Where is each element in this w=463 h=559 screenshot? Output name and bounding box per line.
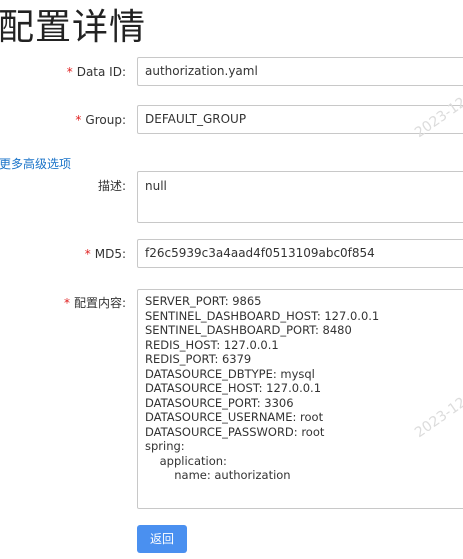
required-mark: *	[63, 296, 70, 310]
group-field[interactable]: DEFAULT_GROUP	[137, 105, 463, 134]
required-mark: *	[75, 113, 82, 127]
back-button[interactable]: 返回	[137, 525, 187, 553]
advanced-options-link[interactable]: 更多高级选项	[0, 155, 71, 172]
data-id-label: * Data ID:	[67, 64, 126, 80]
group-label: * Group:	[75, 112, 126, 128]
required-mark: *	[66, 65, 73, 79]
group-label-text: Group:	[85, 113, 126, 127]
md5-label: * MD5:	[85, 246, 126, 262]
md5-field[interactable]: f26c5939c3a4aad4f0513109abc0f854	[137, 239, 463, 268]
description-field[interactable]: null	[137, 171, 463, 223]
md5-label-text: MD5:	[94, 247, 126, 261]
required-mark: *	[84, 247, 91, 261]
description-label: 描述:	[97, 179, 126, 193]
data-id-label-text: Data ID:	[76, 65, 126, 79]
content-editor[interactable]: SERVER_PORT: 9865 SENTINEL_DASHBOARD_HOS…	[137, 289, 463, 509]
content-label-text: 配置内容:	[73, 296, 126, 310]
data-id-field[interactable]: authorization.yaml	[137, 57, 463, 86]
page-title: 配置详情	[0, 7, 147, 48]
content-label: * 配置内容:	[64, 295, 126, 311]
